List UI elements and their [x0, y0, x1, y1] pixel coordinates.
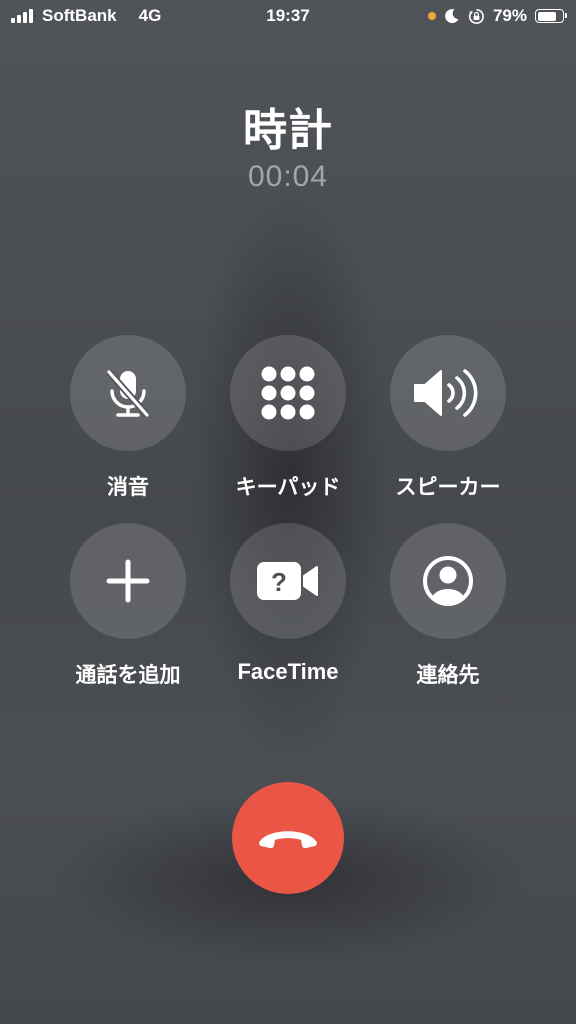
keypad-button[interactable]: キーパッド [203, 335, 373, 501]
call-duration: 00:04 [247, 160, 329, 193]
speaker-wave-icon [414, 369, 478, 417]
speaker-circle[interactable] [390, 335, 506, 451]
svg-text:?: ? [271, 567, 287, 597]
contacts-circle[interactable] [390, 523, 506, 639]
person-circle-icon [423, 556, 473, 606]
mute-circle[interactable] [70, 335, 186, 451]
facetime-button[interactable]: ? FaceTime [203, 523, 373, 685]
plus-icon [106, 559, 150, 603]
orange-dot-indicator [427, 12, 436, 20]
mute-label: 消音 [107, 475, 149, 499]
caller-name: 時計 [243, 105, 333, 156]
mic-slash-icon [106, 369, 150, 418]
keypad-circle[interactable] [230, 335, 346, 451]
speaker-button[interactable]: スピーカー [363, 335, 533, 501]
add-call-label: 通話を追加 [75, 663, 181, 687]
end-call-button[interactable] [232, 782, 344, 894]
speaker-label: スピーカー [395, 475, 501, 499]
status-right: 79% [427, 6, 567, 26]
contacts-button[interactable]: 連絡先 [363, 523, 533, 689]
phone-down-icon [259, 831, 317, 849]
contacts-label: 連絡先 [416, 663, 480, 687]
mute-button[interactable]: 消音 [43, 335, 213, 501]
add-call-circle[interactable] [70, 523, 186, 639]
battery-icon [535, 9, 567, 23]
add-call-button[interactable]: 通話を追加 [43, 523, 213, 689]
moon-icon [445, 9, 459, 24]
facetime-circle[interactable]: ? [230, 523, 346, 639]
status-bar: SoftBank 4G 19:37 79% [0, 0, 576, 34]
video-question-icon: ? [257, 562, 318, 600]
battery-percent: 79% [492, 6, 527, 25]
facetime-label: FaceTime [237, 659, 339, 684]
battery-fill [537, 11, 556, 21]
keypad-icon [261, 366, 315, 420]
keypad-label: キーパッド [235, 475, 341, 499]
rotation-lock-icon [468, 8, 484, 24]
